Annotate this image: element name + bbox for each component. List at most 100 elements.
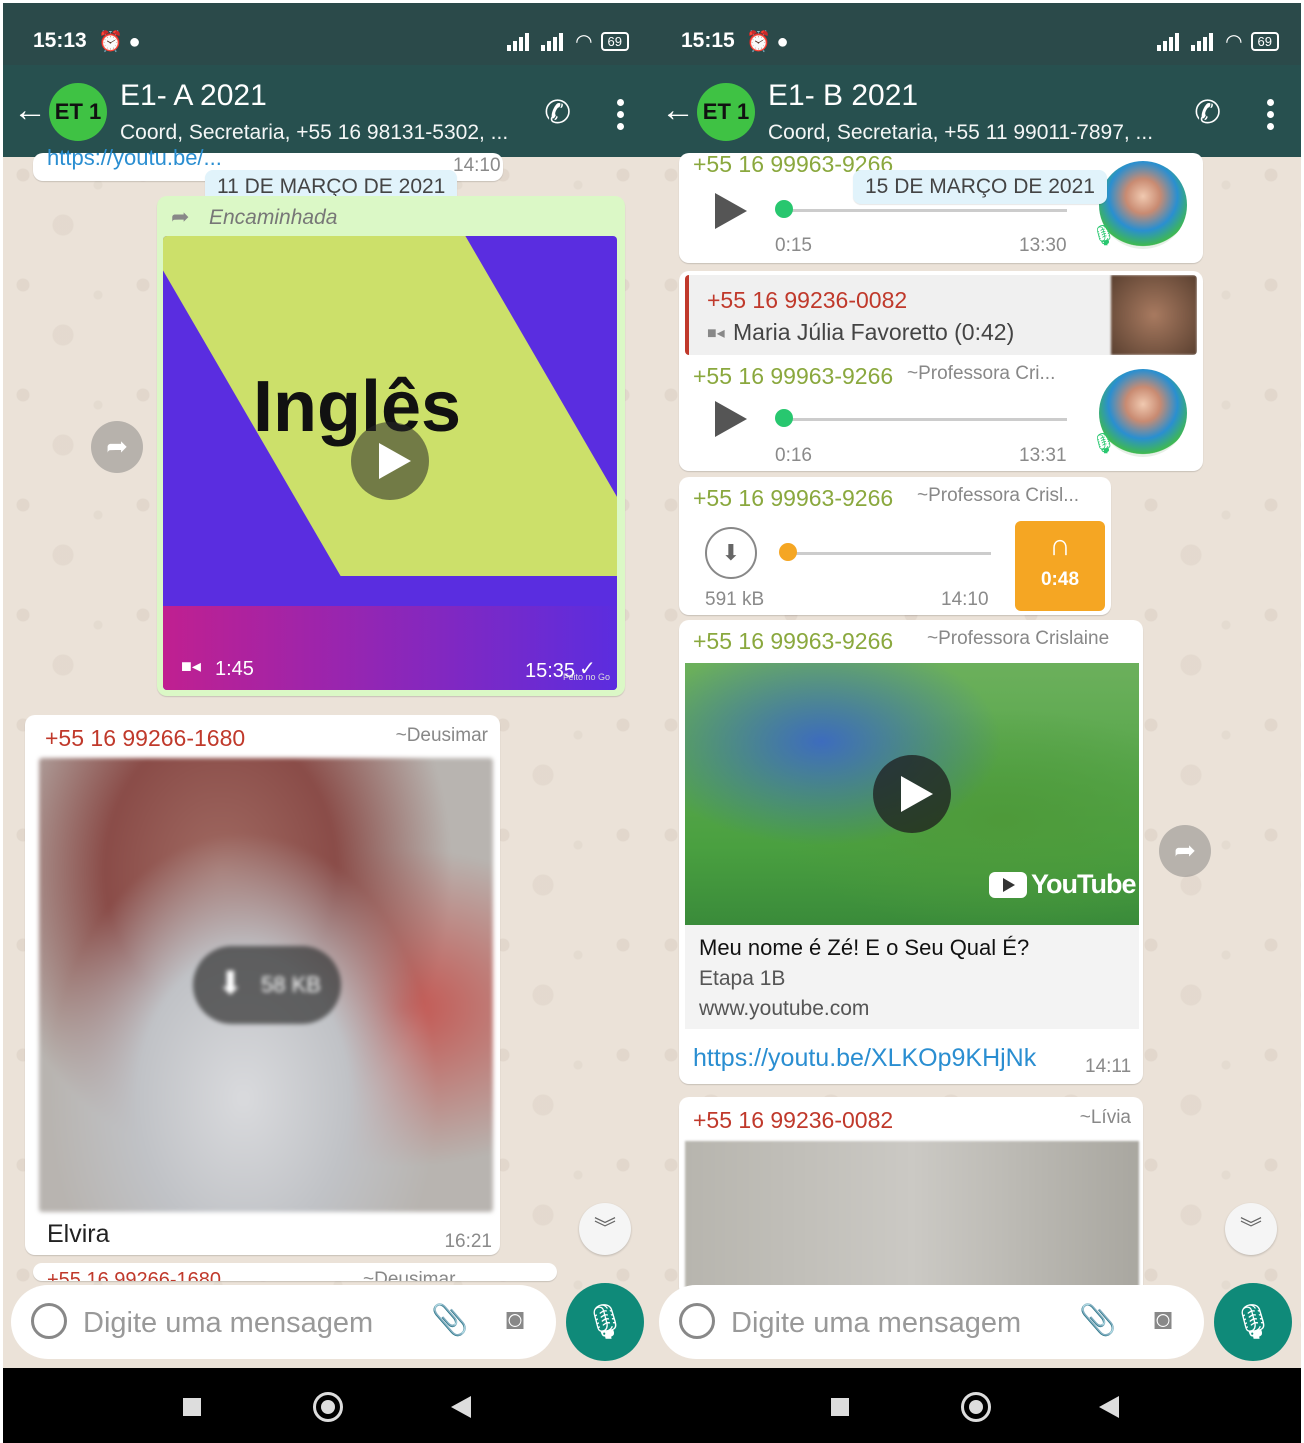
audio-track[interactable] (791, 552, 991, 555)
play-button[interactable] (715, 401, 747, 437)
video-duration: 1:45 (215, 658, 254, 680)
add-call-icon[interactable]: ✆ (1194, 93, 1221, 131)
recents-nav-icon[interactable] (831, 1398, 849, 1416)
play-button[interactable] (873, 755, 951, 833)
more-options-icon[interactable] (617, 99, 625, 135)
scroll-down-button[interactable]: ︾ (579, 1203, 631, 1255)
audio-file-bubble[interactable]: +55 16 99963-9266 ~Professora Crisl... ⬇… (679, 477, 1111, 615)
camera-icon[interactable]: ◙ (1154, 1303, 1172, 1337)
play-button[interactable] (351, 422, 429, 500)
image-message-bubble[interactable]: +55 16 99236-0082 ~Lívia (679, 1097, 1143, 1297)
mic-small-icon: 🎙 (1091, 225, 1117, 247)
mic-button[interactable]: 🎙 (566, 1283, 644, 1361)
emoji-icon[interactable] (679, 1303, 715, 1339)
message-time: 13:30 (1019, 235, 1067, 256)
more-options-icon[interactable] (1267, 99, 1275, 135)
voice-reply-bubble[interactable]: +55 16 99236-0082 ■◂ Maria Júlia Favoret… (679, 271, 1203, 471)
sender-phone[interactable]: +55 16 99266-1680 (45, 725, 245, 752)
sender-phone: +55 16 99266-1680 (47, 1269, 222, 1281)
share-forward-button[interactable]: ➦ (1159, 825, 1211, 877)
watermark: Feito no Go (563, 672, 611, 682)
sender-nickname: ~Professora Cri... (907, 363, 1056, 384)
alarm-icon: ⏰ ● (746, 31, 789, 53)
quoted-message[interactable]: +55 16 99236-0082 ■◂ Maria Júlia Favoret… (685, 275, 1197, 355)
message-input-bar[interactable]: Digite uma mensagem 📎 ◙ (659, 1285, 1204, 1359)
date-chip: 15 DE MARÇO DE 2021 (853, 170, 1107, 204)
audio-track[interactable] (787, 418, 1067, 421)
share-forward-button[interactable]: ➦ (91, 421, 143, 473)
partial-link-text: https://youtu.be/... (47, 145, 222, 170)
message-input[interactable]: Digite uma mensagem (731, 1307, 1021, 1340)
group-avatar[interactable]: ET 1 (49, 83, 107, 141)
status-time: 15:13 (33, 29, 87, 52)
forwarded-label: Encaminhada (209, 206, 338, 229)
home-nav-icon[interactable] (961, 1392, 991, 1422)
alarm-icon: ⏰ ● (98, 31, 141, 53)
status-bar: 15:13 ⏰ ● ◠ 69 (3, 3, 651, 65)
sender-nickname: ~Deusimar (363, 1269, 456, 1281)
signal-icon (507, 32, 533, 51)
play-button[interactable] (715, 193, 747, 229)
recents-nav-icon[interactable] (183, 1398, 201, 1416)
camera-icon[interactable]: ◙ (506, 1303, 524, 1337)
status-time: 15:15 (681, 29, 735, 52)
forward-icon: ➦ (171, 204, 190, 229)
audio-length: 0:48 (1040, 569, 1080, 590)
back-arrow-icon[interactable]: ← (661, 91, 695, 130)
message-time: 14:10 (453, 155, 501, 176)
link-preview-bubble[interactable]: +55 16 99963-9266 ~Professora Crislaine … (679, 620, 1143, 1084)
back-nav-icon[interactable] (451, 1396, 471, 1418)
link-url[interactable]: https://youtu.be/XLKOp9KHjNk (693, 1044, 1036, 1073)
audio-duration: 0:15 (775, 235, 812, 256)
sender-phone: +55 16 99963-9266 (693, 628, 894, 654)
image-message-bubble[interactable]: +55 16 99266-1680 ~Deusimar ⬇ 58 KB Elvi… (25, 715, 500, 1255)
blurred-image[interactable] (685, 1141, 1139, 1297)
group-members[interactable]: Coord, Secretaria, +55 16 98131-5302, ..… (120, 121, 508, 145)
youtube-brand: YouTube (1031, 869, 1136, 899)
group-title[interactable]: E1- B 2021 (768, 79, 918, 113)
quoted-thumbnail (1111, 275, 1197, 355)
audio-progress-dot[interactable] (779, 543, 797, 561)
sender-nickname: ~Lívia (1079, 1107, 1131, 1128)
mic-button[interactable]: 🎙 (1214, 1283, 1292, 1361)
back-nav-icon[interactable] (1099, 1396, 1119, 1418)
link-preview-card[interactable]: Meu nome é Zé! E o Seu Qual É? Etapa 1B … (685, 925, 1139, 1029)
image-caption: Elvira (47, 1220, 110, 1248)
thumbnail-title: Inglês (253, 367, 462, 447)
emoji-icon[interactable] (31, 1303, 67, 1339)
quoted-text: Maria Júlia Favoretto (0:42) (733, 319, 1015, 345)
video-camera-icon: ■◂ (181, 656, 201, 676)
audio-track[interactable] (787, 209, 1067, 212)
link-title: Meu nome é Zé! E o Seu Qual É? (699, 935, 1030, 960)
group-avatar[interactable]: ET 1 (697, 83, 755, 141)
download-button[interactable]: ⬇ 58 KB (193, 946, 341, 1024)
message-input[interactable]: Digite uma mensagem (83, 1307, 373, 1340)
video-preview-image[interactable]: YouTube (685, 663, 1139, 925)
group-title[interactable]: E1- A 2021 (120, 79, 267, 113)
file-size: 591 kB (705, 589, 765, 610)
download-audio-button[interactable]: ⬇ (705, 527, 757, 579)
sender-nickname: ~Professora Crisl... (917, 485, 1080, 506)
attach-icon[interactable]: 📎 (431, 1303, 468, 1338)
sender-nickname: ~Deusimar (395, 725, 488, 746)
back-arrow-icon[interactable]: ← (13, 91, 47, 130)
forwarded-video-bubble[interactable]: ➦ Encaminhada Inglês ■◂ 1:45 15:35 ✓ Fei… (157, 196, 625, 696)
video-thumbnail[interactable]: Inglês ■◂ 1:45 15:35 ✓ Feito no Go (163, 236, 617, 690)
partial-message-bubble[interactable]: +55 16 99266-1680 ~Deusimar (33, 1263, 557, 1281)
system-nav-bar (3, 1368, 651, 1443)
add-call-icon[interactable]: ✆ (544, 93, 571, 131)
audio-progress-dot[interactable] (775, 409, 793, 427)
mic-small-icon: 🎙 (1091, 433, 1117, 455)
right-phone-screen: 15:15 ⏰ ● ◠ 69 ← ET 1 E1- B 2021 Coord, … (651, 3, 1301, 1443)
message-time: 14:11 (1085, 1056, 1132, 1077)
message-input-bar[interactable]: Digite uma mensagem 📎 ◙ (11, 1285, 556, 1359)
home-nav-icon[interactable] (313, 1392, 343, 1422)
scroll-down-button[interactable]: ︾ (1225, 1203, 1277, 1255)
sender-phone: +55 16 99236-0082 (693, 1107, 894, 1133)
audio-progress-dot[interactable] (775, 200, 793, 218)
attach-icon[interactable]: 📎 (1079, 1303, 1116, 1338)
sender-phone: +55 16 99963-9266 (693, 363, 894, 389)
blurred-image[interactable]: ⬇ 58 KB (39, 758, 493, 1212)
wifi-icon: ◠ (1225, 31, 1243, 53)
group-members[interactable]: Coord, Secretaria, +55 11 99011-7897, ..… (768, 121, 1153, 145)
